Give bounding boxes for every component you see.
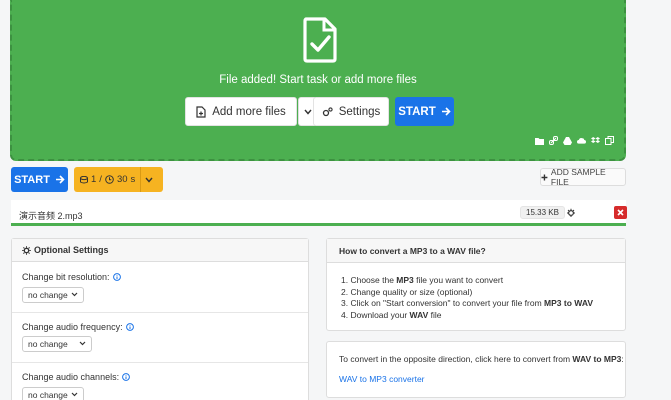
info-icon[interactable] — [122, 373, 130, 381]
close-icon — [617, 209, 624, 216]
bit-resolution-value: no change — [28, 290, 68, 300]
settings-label: Settings — [338, 105, 381, 118]
info-icon[interactable] — [125, 323, 134, 331]
chevron-down-icon — [71, 392, 78, 397]
start-label: START — [14, 173, 50, 186]
copy-icon[interactable] — [605, 136, 614, 145]
audio-frequency-text: Change audio frequency: — [22, 322, 123, 332]
audio-channels-label: Change audio channels: — [22, 372, 130, 382]
cloud-icon[interactable] — [577, 136, 586, 145]
gear-icon — [22, 245, 31, 255]
limits-badge[interactable]: 1 / 30 s — [74, 167, 163, 192]
wav-to-mp3-link[interactable]: WAV to MP3 converter — [339, 374, 425, 384]
add-sample-file-button[interactable]: ADD SAMPLE FILE — [540, 167, 626, 187]
delete-file-button[interactable] — [614, 206, 627, 219]
howto-panel: How to convert a MP3 to a WAV file? 1. C… — [326, 238, 626, 331]
settings-button[interactable]: Settings — [313, 97, 389, 126]
start-button-top[interactable]: START — [395, 97, 454, 126]
howto-title: How to convert a MP3 to a WAV file? — [339, 245, 486, 256]
clock-icon — [105, 175, 114, 184]
folder-icon[interactable] — [535, 136, 544, 145]
limits-dropdown[interactable] — [141, 177, 157, 183]
chevron-down-icon — [71, 292, 78, 297]
audio-channels-select[interactable]: no change — [22, 387, 84, 400]
arrow-right-icon — [441, 107, 451, 116]
cloud-source-icons — [535, 136, 614, 145]
link-icon[interactable] — [549, 136, 558, 145]
opposite-direction-panel: To convert in the opposite direction, cl… — [326, 341, 626, 398]
audio-channels-value: no change — [28, 390, 68, 400]
add-more-files-label: Add more files — [212, 105, 286, 118]
opposite-direction-text: To convert in the opposite direction, cl… — [339, 354, 624, 364]
file-size-badge: 15.33 KB — [520, 206, 565, 219]
dropzone[interactable]: File added! Start task or add more files… — [10, 0, 626, 161]
optional-settings-panel: Optional Settings Change bit resolution:… — [11, 238, 309, 400]
chevron-down-icon — [145, 177, 153, 183]
info-icon[interactable] — [112, 273, 121, 281]
audio-frequency-value: no change — [28, 339, 68, 349]
howto-step: 4. Download your WAV file — [341, 310, 442, 321]
audio-channels-text: Change audio channels: — [22, 372, 120, 382]
gears-icon — [322, 106, 333, 117]
howto-step: 2. Change quality or size (optional) — [341, 286, 473, 297]
howto-steps: 1. Choose the MP3 file you want to conve… — [341, 275, 593, 322]
file-name: 演示音频 2.mp3 — [19, 211, 83, 221]
add-sample-file-label: ADD SAMPLE FILE — [550, 167, 606, 187]
bit-resolution-text: Change bit resolution: — [22, 272, 110, 282]
google-drive-icon[interactable] — [563, 136, 572, 145]
dropzone-message: File added! Start task or add more files — [219, 74, 417, 86]
arrow-right-icon — [55, 175, 65, 184]
file-count: 1 — [91, 174, 97, 185]
file-check-icon — [303, 17, 337, 63]
database-icon — [80, 175, 88, 183]
dropbox-icon[interactable] — [591, 136, 600, 145]
limit-separator: / — [99, 174, 102, 185]
start-button[interactable]: START — [11, 167, 68, 192]
add-more-files-button[interactable]: Add more files — [185, 97, 297, 126]
chevron-down-icon — [79, 341, 86, 346]
audio-frequency-select[interactable]: no change — [22, 336, 92, 352]
optional-settings-header: Optional Settings — [12, 239, 308, 262]
divider — [12, 362, 308, 363]
time-limit: 30 — [116, 174, 128, 185]
howto-step: 1. Choose the MP3 file you want to conve… — [341, 275, 504, 285]
howto-header: How to convert a MP3 to a WAV file? — [327, 239, 625, 263]
chevron-down-icon — [303, 109, 312, 115]
bit-resolution-label: Change bit resolution: — [22, 272, 121, 282]
audio-frequency-label: Change audio frequency: — [22, 322, 134, 332]
start-label: START — [398, 105, 436, 118]
plus-icon — [541, 174, 548, 180]
gear-icon[interactable] — [566, 208, 576, 217]
bit-resolution-select[interactable]: no change — [22, 287, 84, 303]
optional-settings-title: Optional Settings — [34, 245, 109, 255]
howto-step: 3. Click on "Start conversion" to conver… — [341, 298, 593, 309]
file-row: 演示音频 2.mp3 15.33 KB — [11, 200, 627, 226]
divider — [12, 312, 308, 313]
file-plus-icon — [196, 105, 206, 118]
time-unit: s — [130, 174, 136, 185]
